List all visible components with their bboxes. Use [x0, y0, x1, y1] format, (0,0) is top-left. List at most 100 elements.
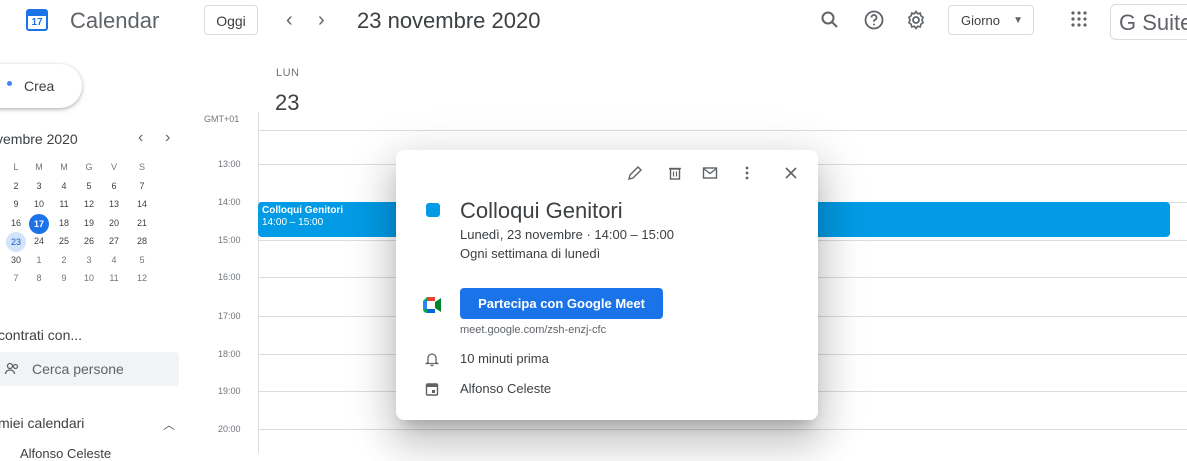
- view-selector[interactable]: Giorno ▼: [948, 5, 1034, 35]
- mini-weekday-header: S: [138, 162, 145, 172]
- bell-icon: [424, 353, 440, 367]
- hour-label: 16:00: [218, 272, 241, 282]
- mini-day[interactable]: 5: [79, 177, 99, 195]
- calendar-item-label[interactable]: Alfonso Celeste: [20, 446, 111, 461]
- mini-day[interactable]: 17: [29, 214, 49, 234]
- mini-day[interactable]: 23: [6, 232, 26, 252]
- search-people-placeholder: Cerca persone: [32, 361, 124, 377]
- mini-day[interactable]: 18: [54, 214, 74, 232]
- mini-day[interactable]: 2: [6, 177, 26, 195]
- gsuite-logo[interactable]: G Suite: [1110, 4, 1187, 40]
- mini-next-month-button[interactable]: ›: [165, 129, 170, 147]
- search-people-field[interactable]: Cerca persone: [0, 352, 179, 386]
- caret-down-icon: ▼: [1013, 15, 1023, 26]
- mini-day[interactable]: 25: [54, 232, 74, 250]
- help-icon[interactable]: [862, 8, 886, 32]
- app-title[interactable]: Calendar: [70, 8, 159, 34]
- meet-link[interactable]: meet.google.com/zsh-enzj-cfc: [460, 324, 606, 336]
- prev-period-button[interactable]: ‹: [286, 8, 293, 32]
- mini-day[interactable]: 13: [104, 195, 124, 213]
- mini-day[interactable]: 4: [104, 251, 124, 269]
- day-weekday: LUN: [276, 67, 300, 79]
- plus-icon: [7, 81, 12, 86]
- today-button[interactable]: Oggi: [204, 5, 258, 35]
- mini-weekday-header: M: [60, 162, 68, 172]
- event-color-indicator: [426, 203, 440, 217]
- mini-day[interactable]: 19: [79, 214, 99, 232]
- calendar-logo-icon[interactable]: 17: [26, 9, 48, 31]
- mini-day[interactable]: 24: [29, 232, 49, 250]
- popup-reminder: 10 minuti prima: [460, 351, 549, 366]
- join-meet-button[interactable]: Partecipa con Google Meet: [460, 288, 663, 319]
- hour-label: 14:00: [218, 197, 241, 207]
- event-details-popup: Colloqui Genitori Lunedì, 23 novembre · …: [396, 150, 818, 420]
- hour-label: 19:00: [218, 386, 241, 396]
- mini-day[interactable]: 10: [29, 195, 49, 213]
- mini-day[interactable]: 12: [132, 269, 152, 287]
- mini-day[interactable]: 4: [54, 177, 74, 195]
- mini-day[interactable]: 3: [79, 251, 99, 269]
- hour-label: 18:00: [218, 349, 241, 359]
- mini-day[interactable]: 3: [29, 177, 49, 195]
- mini-day[interactable]: 21: [132, 214, 152, 232]
- mini-day[interactable]: 11: [104, 269, 124, 287]
- search-icon[interactable]: [818, 8, 842, 32]
- day-number[interactable]: 23: [275, 90, 299, 116]
- pencil-icon[interactable]: [626, 164, 644, 182]
- event-title: Colloqui Genitori: [262, 205, 344, 216]
- mini-weekday-header: M: [35, 162, 43, 172]
- view-selector-label: Giorno: [961, 13, 1001, 28]
- mini-day[interactable]: 27: [104, 232, 124, 250]
- more-vert-icon[interactable]: [738, 164, 756, 182]
- google-apps-icon[interactable]: [1070, 10, 1088, 28]
- mail-icon[interactable]: [701, 164, 719, 182]
- mini-day[interactable]: 30: [6, 251, 26, 269]
- current-date-title: 23 novembre 2020: [357, 8, 541, 33]
- event-time: 14:00 – 15:00: [262, 217, 324, 228]
- google-meet-icon: [423, 297, 441, 313]
- next-period-button[interactable]: ›: [318, 8, 325, 32]
- mini-day[interactable]: 11: [54, 195, 74, 213]
- mini-day[interactable]: 2: [54, 251, 74, 269]
- mini-day[interactable]: 10: [79, 269, 99, 287]
- logo-day: 17: [31, 17, 43, 28]
- mini-day[interactable]: 28: [132, 232, 152, 250]
- hour-label: 13:00: [218, 159, 241, 169]
- mini-day[interactable]: 14: [132, 195, 152, 213]
- mini-day[interactable]: 9: [54, 269, 74, 287]
- hour-grid-line: [258, 429, 1187, 430]
- popup-organizer: Alfonso Celeste: [460, 381, 552, 396]
- mini-weekday-header: L: [13, 162, 19, 172]
- mini-day[interactable]: 6: [104, 177, 124, 195]
- grid-line: [258, 130, 1187, 131]
- my-calendars-section-title[interactable]: miei calendari: [0, 415, 84, 431]
- mini-day[interactable]: 16: [6, 214, 26, 232]
- mini-day[interactable]: 7: [6, 269, 26, 287]
- hour-label: 17:00: [218, 311, 241, 321]
- settings-gear-icon[interactable]: [904, 8, 928, 32]
- mini-prev-month-button[interactable]: ‹: [138, 129, 143, 147]
- mini-day[interactable]: 1: [29, 251, 49, 269]
- top-bar: 17 Calendar Oggi ‹ › 23 novembre 2020 Gi…: [0, 0, 1187, 44]
- trash-icon[interactable]: [666, 164, 684, 182]
- popup-event-title: Colloqui Genitori: [460, 198, 623, 223]
- chevron-up-icon[interactable]: ︿: [163, 416, 175, 433]
- people-icon: [4, 362, 19, 375]
- create-button-label: Crea: [24, 78, 55, 94]
- mini-day[interactable]: 7: [132, 177, 152, 195]
- mini-day[interactable]: 5: [132, 251, 152, 269]
- mini-day[interactable]: 12: [79, 195, 99, 213]
- popup-date-time: Lunedì, 23 novembre · 14:00 – 15:00: [460, 227, 674, 242]
- mini-calendar-month: vembre 2020: [0, 131, 78, 147]
- mini-day[interactable]: 26: [79, 232, 99, 250]
- create-button[interactable]: Crea: [0, 64, 82, 108]
- gsuite-label: G Suite: [1119, 10, 1187, 35]
- mini-day[interactable]: 8: [29, 269, 49, 287]
- timezone-label: GMT+01: [204, 114, 240, 124]
- hour-label: 20:00: [218, 424, 241, 434]
- popup-recurrence: Ogni settimana di lunedì: [460, 246, 601, 261]
- mini-day[interactable]: 9: [6, 195, 26, 213]
- mini-day[interactable]: 20: [104, 214, 124, 232]
- hour-label: 15:00: [218, 235, 241, 245]
- close-icon[interactable]: [782, 164, 800, 182]
